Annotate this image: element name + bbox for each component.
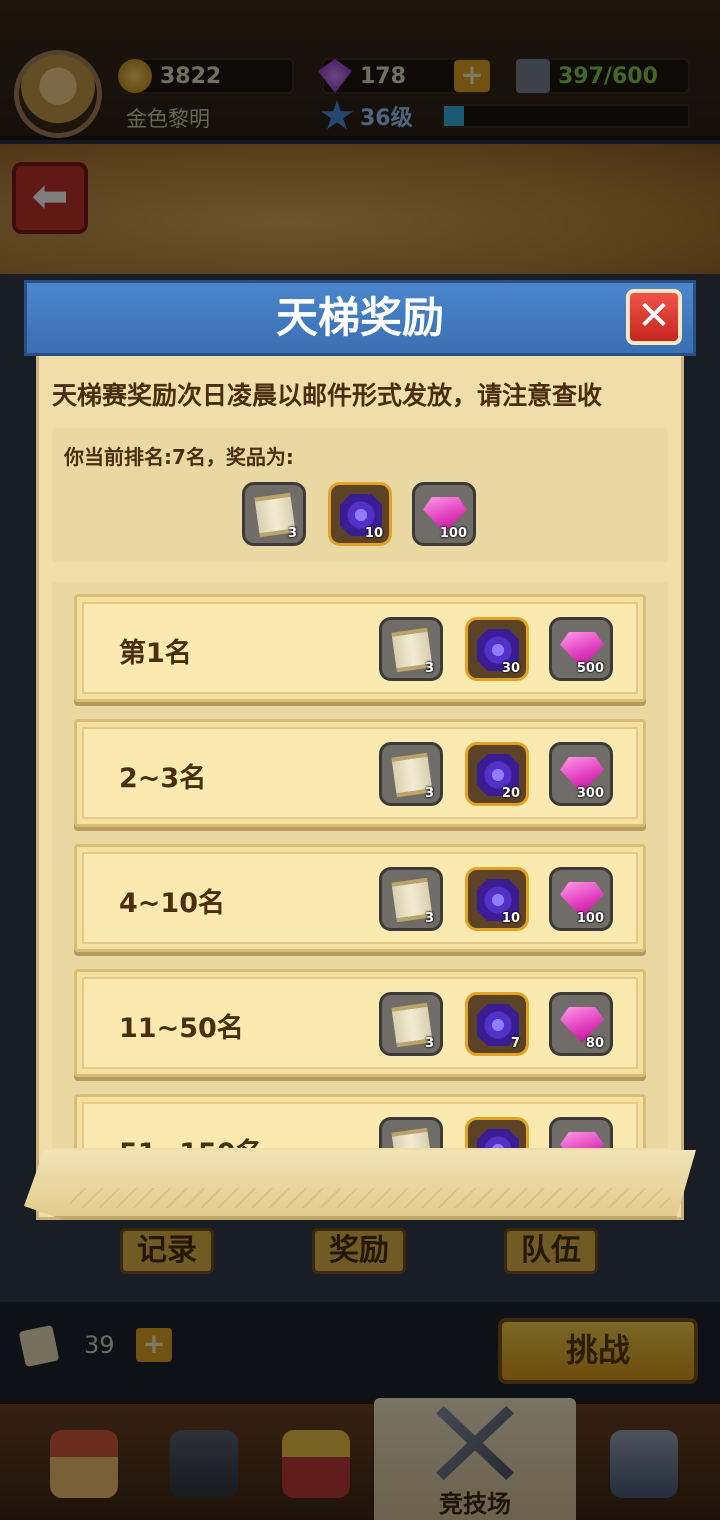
reward-rune[interactable] bbox=[465, 1117, 529, 1148]
reward-rune[interactable]: 10 bbox=[465, 867, 529, 931]
reward-count: 3 bbox=[424, 911, 434, 926]
reward-count: 80 bbox=[585, 1036, 604, 1051]
current-rank-text: 你当前排名:7名，奖品为: bbox=[64, 445, 294, 469]
reward-count: 3 bbox=[424, 1036, 434, 1051]
tier-row: 11~50名 3 7 80 bbox=[74, 969, 646, 1077]
reward-gem[interactable]: 300 bbox=[549, 742, 613, 806]
reward-count: 3 bbox=[287, 526, 297, 541]
reward-gem[interactable] bbox=[549, 1117, 613, 1148]
modal-fold-pattern bbox=[70, 1188, 670, 1208]
reward-scroll[interactable]: 3 bbox=[379, 867, 443, 931]
tier-list[interactable]: 第1名 3 30 500 2~3名 3 20 300 4~10名 3 10 10… bbox=[52, 582, 668, 1148]
reward-gem[interactable]: 100 bbox=[549, 867, 613, 931]
tier-label: 第1名 bbox=[119, 638, 192, 669]
tier-label: 51~150名 bbox=[119, 1131, 263, 1148]
reward-count: 100 bbox=[439, 526, 467, 541]
reward-rune[interactable]: 20 bbox=[465, 742, 529, 806]
reward-scroll[interactable]: 3 bbox=[379, 992, 443, 1056]
reward-count: 30 bbox=[501, 661, 520, 676]
close-button[interactable]: ✕ bbox=[626, 289, 682, 345]
reward-scroll[interactable] bbox=[379, 1117, 443, 1148]
pink-gem-icon bbox=[560, 1132, 604, 1148]
reward-scroll[interactable]: 3 bbox=[379, 742, 443, 806]
reward-count: 3 bbox=[424, 661, 434, 676]
reward-rune[interactable]: 7 bbox=[465, 992, 529, 1056]
tier-row: 51~150名 bbox=[74, 1094, 646, 1148]
reward-notice: 天梯赛奖励次日凌晨以邮件形式发放，请注意查收 bbox=[52, 381, 603, 410]
reward-count: 500 bbox=[576, 661, 604, 676]
reward-count: 100 bbox=[576, 911, 604, 926]
modal-title: 天梯奖励 bbox=[275, 293, 444, 342]
current-reward-rune[interactable]: 10 bbox=[328, 482, 392, 546]
reward-count: 10 bbox=[501, 911, 520, 926]
tier-row: 4~10名 3 10 100 bbox=[74, 844, 646, 952]
reward-rune[interactable]: 30 bbox=[465, 617, 529, 681]
reward-scroll[interactable]: 3 bbox=[379, 617, 443, 681]
tier-label: 4~10名 bbox=[119, 888, 225, 919]
reward-gem[interactable]: 80 bbox=[549, 992, 613, 1056]
tier-row: 第1名 3 30 500 bbox=[74, 594, 646, 702]
reward-count: 3 bbox=[424, 786, 434, 801]
reward-count: 20 bbox=[501, 786, 520, 801]
reward-count: 300 bbox=[576, 786, 604, 801]
tier-row: 2~3名 3 20 300 bbox=[74, 719, 646, 827]
tier-label: 2~3名 bbox=[119, 763, 207, 794]
reward-count: 7 bbox=[510, 1036, 520, 1051]
current-reward-gem[interactable]: 100 bbox=[412, 482, 476, 546]
modal-paper-fold bbox=[24, 1150, 696, 1220]
rune-stone-icon bbox=[477, 1129, 519, 1148]
reward-count: 10 bbox=[364, 526, 383, 541]
reward-gem[interactable]: 500 bbox=[549, 617, 613, 681]
current-reward-scroll[interactable]: 3 bbox=[242, 482, 306, 546]
tier-label: 11~50名 bbox=[119, 1013, 244, 1044]
scroll-icon bbox=[391, 1127, 433, 1148]
